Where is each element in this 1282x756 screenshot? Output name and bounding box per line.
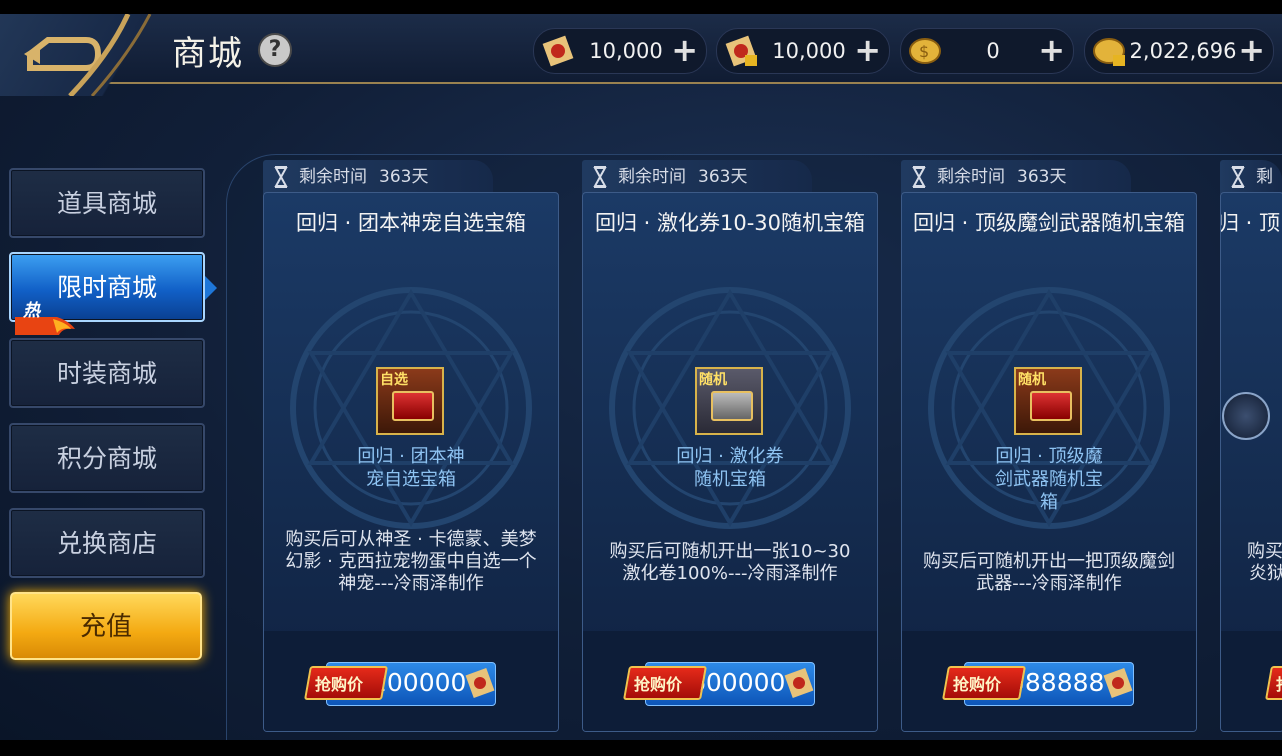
red-scroll-icon — [1103, 667, 1133, 699]
flash-price-badge: 抢购价 — [623, 666, 707, 700]
card-timer: 剩余 — [1220, 160, 1282, 221]
red-scroll-icon — [784, 667, 814, 699]
red-scroll-icon — [465, 667, 495, 699]
currency-locked-red-scroll: 10,000 + — [716, 28, 890, 74]
sidebar-item-points-shop[interactable]: 积分商城 — [9, 423, 205, 493]
item-description: 购买后可从神圣 · 卡德蒙、美梦幻影 · 克西拉宠物蛋中自选一个神宠---冷雨泽… — [285, 529, 537, 594]
product-card[interactable]: 回归 · 顶级魔剑武器随机宝箱 随机 回归 · 顶级魔剑武器随机宝箱 购买后可随… — [901, 192, 1197, 732]
hourglass-icon — [274, 166, 288, 188]
locked-red-scroll-icon — [725, 35, 757, 67]
card-timer: 剩余时间 363天 — [263, 160, 493, 194]
item-description: 购买 — [1247, 541, 1282, 562]
currency-red-scroll: 10,000 + — [533, 28, 707, 74]
currency-value: 0 — [986, 39, 1000, 63]
product-card[interactable]: 回归 · 顶 购买 炎狱 — [1220, 192, 1282, 732]
red-scroll-icon — [542, 35, 574, 67]
avatar[interactable] — [1222, 392, 1270, 440]
back-arrow-icon — [24, 14, 152, 96]
currency-locked-gold-coin: 2,022,696 + — [1084, 28, 1274, 74]
item-name: 回归 · 顶级魔剑武器随机宝箱 — [995, 446, 1103, 513]
sidebar-item-limited-shop[interactable]: 限时商城 热 — [9, 252, 217, 335]
item-description: 购买后可随机开出一把顶级魔剑武器---冷雨泽制作 — [923, 551, 1175, 594]
hourglass-icon — [912, 166, 926, 188]
locked-gold-coin-icon — [1093, 38, 1125, 66]
top-bar: 商城 ? 10,000 + 10,000 + $ 0 + 2,022,696 + — [0, 14, 1282, 96]
card-timer: 剩余时间 363天 — [582, 160, 812, 194]
back-button[interactable] — [0, 14, 165, 96]
gold-coin-icon: $ — [909, 38, 941, 64]
add-currency-button[interactable]: + — [1038, 33, 1065, 67]
add-currency-button[interactable]: + — [1238, 33, 1265, 67]
currency-gold-coin: $ 0 + — [900, 28, 1074, 74]
item-chest-icon[interactable]: 自选 — [376, 367, 444, 435]
help-button[interactable]: ? — [258, 33, 292, 67]
product-card[interactable]: 回归 · 激化券10-30随机宝箱 随机 回归 · 激化券随机宝箱 购买后可随机… — [582, 192, 878, 732]
item-description: 炎狱 — [1249, 563, 1282, 584]
item-name: 回归 · 团本神宠自选宝箱 — [357, 446, 465, 490]
item-description: 购买后可随机开出一张10~30激化卷100%---冷雨泽制作 — [609, 541, 851, 584]
hot-badge: 热 — [15, 297, 75, 335]
sidebar-item-exchange-shop[interactable]: 兑换商店 — [9, 508, 205, 578]
flash-price-badge: 抢购价 — [304, 666, 388, 700]
svg-text:$: $ — [919, 42, 929, 61]
sidebar-item-fashion-shop[interactable]: 时装商城 — [9, 338, 205, 408]
flash-price-badge: 抢购价 — [942, 666, 1026, 700]
currency-value: 10,000 — [589, 39, 663, 63]
add-currency-button[interactable]: + — [854, 33, 881, 67]
sidebar-item-props-shop[interactable]: 道具商城 — [9, 168, 205, 238]
card-timer: 剩余时间 363天 — [901, 160, 1131, 194]
hourglass-icon — [593, 166, 607, 188]
add-currency-button[interactable]: + — [671, 33, 698, 67]
item-name: 回归 · 激化券随机宝箱 — [676, 446, 784, 490]
page-title: 商城 — [172, 34, 244, 74]
product-card[interactable]: 回归 · 团本神宠自选宝箱 自选 回归 · 团本神宠自选宝箱 购买后可从神圣 ·… — [263, 192, 559, 732]
game-shop-screen: 商城 ? 10,000 + 10,000 + $ 0 + 2,022,696 +… — [0, 14, 1282, 740]
product-title: 回归 · 激化券10-30随机宝箱 — [594, 211, 866, 235]
product-title: 回归 · 团本神宠自选宝箱 — [295, 211, 527, 235]
recharge-button[interactable]: 充值 — [10, 592, 202, 660]
item-chest-icon[interactable]: 随机 — [695, 367, 763, 435]
item-chest-icon[interactable]: 随机 — [1014, 367, 1082, 435]
hourglass-icon — [1231, 166, 1245, 188]
currency-value: 2,022,696 — [1129, 39, 1237, 63]
product-title: 回归 · 顶 — [1220, 211, 1281, 235]
currency-value: 10,000 — [772, 39, 846, 63]
product-title: 回归 · 顶级魔剑武器随机宝箱 — [912, 211, 1186, 235]
